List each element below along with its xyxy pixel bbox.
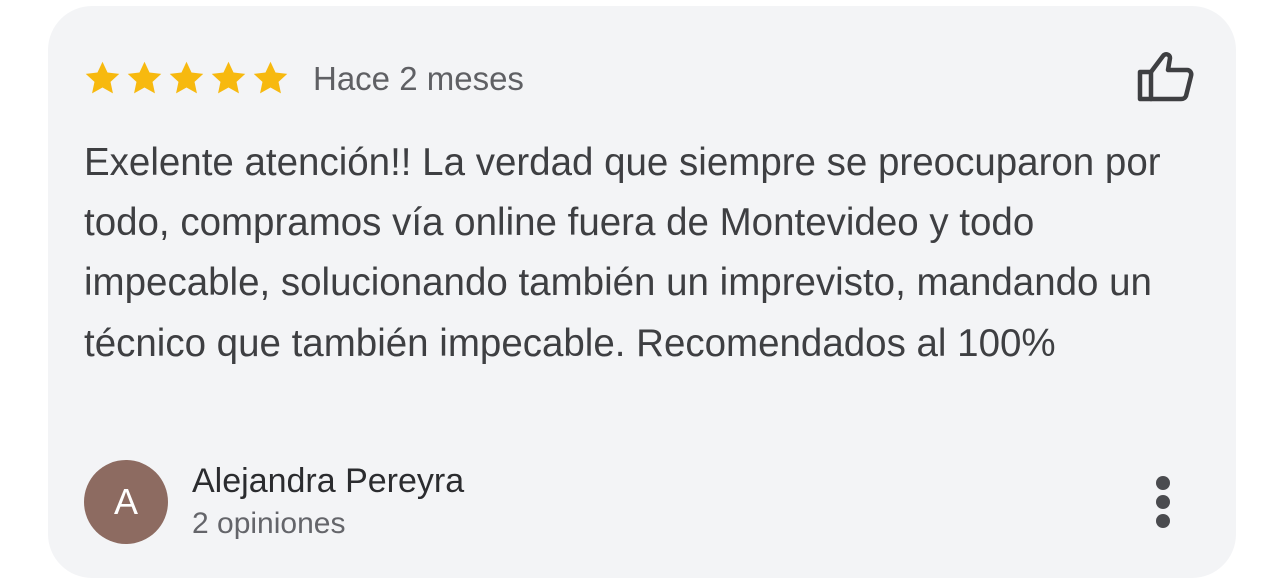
- star-icon: [169, 61, 204, 94]
- star-icon: [211, 61, 246, 94]
- more-options-button[interactable]: [1140, 470, 1188, 534]
- more-vertical-icon: [1156, 514, 1170, 528]
- more-vertical-icon: [1156, 476, 1170, 490]
- author-review-count: 2 opiniones: [192, 507, 346, 540]
- star-icon: [127, 61, 162, 94]
- review-text: Exelente atención!! La verdad que siempr…: [84, 141, 1161, 365]
- star-rating: [82, 58, 291, 99]
- thumbs-up-icon[interactable]: [1134, 48, 1196, 104]
- avatar[interactable]: A: [84, 460, 168, 544]
- review-time: Hace 2 meses: [313, 60, 524, 97]
- more-vertical-icon: [1156, 495, 1170, 509]
- star-icon: [253, 61, 288, 94]
- star-icon: [85, 61, 120, 94]
- author-name[interactable]: Alejandra Pereyra: [192, 460, 464, 502]
